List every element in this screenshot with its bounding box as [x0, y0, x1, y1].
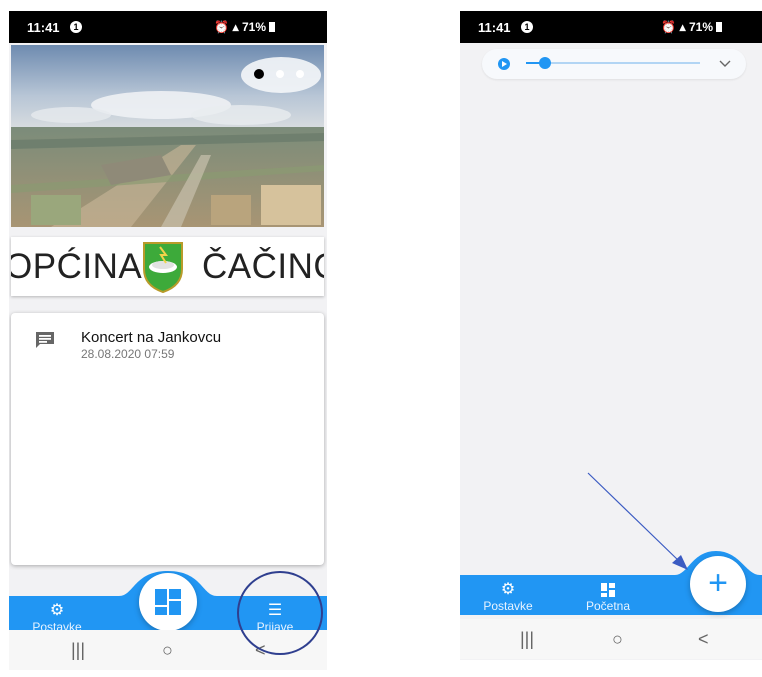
status-time: 11:41	[27, 20, 60, 35]
notification-date: 28.08.2020 07:59	[81, 347, 175, 361]
annotation-arrow	[587, 472, 688, 570]
logo-text-right: ČAČINCI	[202, 247, 324, 286]
logo-text-left: OPĆINA	[11, 247, 143, 286]
annotation-circle	[237, 571, 323, 655]
home-button[interactable]: ○	[162, 640, 173, 661]
status-time: 11:41	[478, 20, 511, 35]
alarm-icon: ⏰	[661, 20, 677, 34]
home-button[interactable]: ○	[612, 629, 623, 650]
signal-icon: ▴	[232, 20, 239, 34]
battery-icon	[716, 22, 722, 32]
message-icon	[36, 332, 54, 348]
gear-icon: ⚙	[500, 581, 516, 598]
nav-home-label: Početna	[585, 599, 631, 613]
audio-player	[482, 49, 746, 79]
municipality-logo-banner: OPĆINA ČAČINCI	[11, 237, 324, 296]
status-icons: ⏰ ▴ 71%	[214, 20, 275, 34]
system-navigation-bar: ||| ○ <	[460, 619, 762, 659]
chevron-down-icon[interactable]	[719, 60, 731, 67]
alarm-icon: ⏰	[214, 20, 230, 34]
status-bar: 11:41 1 ⏰ ▴ 71%	[460, 11, 762, 43]
carousel-dot[interactable]	[276, 70, 284, 78]
signal-icon: ▴	[679, 20, 686, 34]
carousel-dot[interactable]	[296, 70, 304, 78]
carousel-indicator	[242, 65, 304, 83]
recent-apps-button[interactable]: |||	[71, 640, 85, 661]
recent-apps-button[interactable]: |||	[520, 629, 534, 650]
status-icons: ⏰ ▴ 71%	[661, 20, 722, 34]
hero-image[interactable]	[11, 45, 324, 227]
gear-icon: ⚙	[49, 602, 65, 619]
battery-text: 71%	[241, 20, 266, 34]
status-bar: 11:41 1 ⏰ ▴ 71%	[9, 11, 327, 43]
back-button[interactable]: <	[698, 629, 709, 650]
dashboard-icon	[601, 583, 615, 597]
home-dashboard-button[interactable]	[139, 573, 197, 631]
notification-badge: 1	[70, 21, 82, 33]
nav-settings-label: Postavke	[483, 599, 533, 613]
audio-player-controls	[498, 57, 731, 70]
carousel-dot-active[interactable]	[254, 69, 264, 79]
coat-of-arms-icon	[143, 242, 183, 293]
nav-home[interactable]: Početna	[578, 581, 638, 613]
nav-settings[interactable]: ⚙ Postavke	[478, 581, 538, 613]
dashboard-icon	[155, 589, 181, 615]
notification-card[interactable]: Koncert na Jankovcu 28.08.2020 07:59	[11, 313, 324, 565]
progress-thumb[interactable]	[539, 57, 551, 69]
notification-title: Koncert na Jankovcu	[81, 329, 222, 346]
battery-text: 71%	[688, 20, 713, 34]
battery-icon	[269, 22, 275, 32]
notification-badge: 1	[521, 21, 533, 33]
